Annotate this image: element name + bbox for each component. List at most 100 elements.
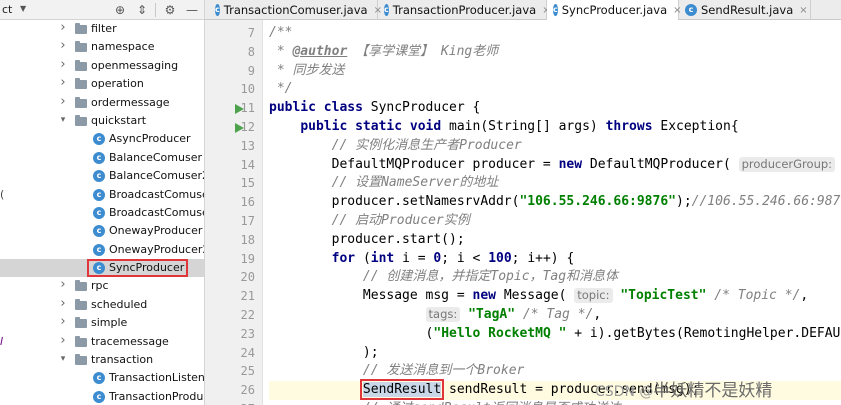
collapse-icon[interactable]: ⇕ [134,2,150,18]
tree-folder-item[interactable]: › scheduled [0,296,204,314]
chevron-right-icon[interactable]: › [58,75,68,90]
watermark-prefix: CSDN @ [595,384,654,400]
tree-item-label: ordermessage [91,95,170,109]
toolbar-divider [155,3,156,17]
code-line: // 创建消息，并指定Topic，Tag和消息体 [269,268,618,287]
code-token: /* Topic */ [714,288,801,304]
tree-class-item[interactable]: c SyncProducer [0,259,204,278]
project-tree: › filter › namespace › openmessaging › operatio… [0,20,204,405]
chevron-right-icon[interactable]: › [58,277,68,292]
java-class-icon: c [553,4,558,16]
tree-folder-item[interactable]: ▾ quickstart [0,112,204,130]
tab-label: SendResult.java [701,3,794,17]
code-token: for [331,250,363,266]
code-line: DefaultMQProducer producer = new Default… [269,156,836,175]
chevron-right-icon[interactable]: › [58,38,68,53]
tree-folder-item[interactable]: › operation [0,75,204,93]
code-token: "TagA" [468,307,516,322]
editor-tab[interactable]: c TransactionComuser.java × [209,0,382,20]
line-number: 25 [240,364,255,379]
code-token: new [472,288,504,304]
chevron-down-icon[interactable]: ▾ [58,115,68,125]
parameter-hint: producerGroup: [738,156,836,172]
package-folder-icon [75,59,87,71]
tree-class-item[interactable]: c TransactionListene [0,369,204,387]
tree-folder-item[interactable]: › openmessaging [0,57,204,75]
tree-class-item[interactable]: c BroadcastComuser ( [0,186,204,204]
line-number: 18 [240,232,255,247]
target-icon[interactable]: ⊕ [112,2,128,18]
tree-item-label: openmessaging [91,58,179,72]
tree-class-item[interactable]: c BalanceComuser2 [0,167,204,185]
code-token: ; i++) { [511,250,575,266]
chevron-down-icon[interactable]: ▾ [58,354,68,364]
editor-tab[interactable]: c SyncProducer.java × [547,0,682,20]
chevron-right-icon[interactable]: › [58,94,68,109]
selection-highlight-box [87,259,188,278]
selected-identifier[interactable]: SendResult [359,379,445,401]
tree-folder-item[interactable]: › namespace [0,38,204,56]
close-icon[interactable]: × [799,5,807,16]
package-folder-icon [75,354,87,366]
code-token: ( [362,250,371,266]
code-editor[interactable]: 789101112131415161718192021222324252627 … [205,20,841,405]
tree-folder-item[interactable]: ▾ transaction [0,351,204,369]
tree-folder-item[interactable]: › ordermessage [0,94,204,112]
tree-class-item[interactable]: c BroadcastComuser [0,204,204,222]
code-token: // 实例化消息生产者Producer [331,137,522,153]
gear-icon[interactable]: ⚙ [162,2,178,18]
code-token: @author [292,43,348,59]
editor-tab-bar: c TransactionComuser.java × c TransactionPro… [205,0,841,20]
java-class-icon: c [93,151,105,164]
code-token: , [593,307,602,322]
hide-icon[interactable]: — [184,2,200,18]
chevron-right-icon[interactable]: › [58,57,68,72]
line-number: 15 [240,176,255,191]
code-area[interactable]: /** * @author 【享学课堂】 King老师 * 同步发送 */ pub… [269,20,841,405]
code-token: "TopicTest" [620,288,707,304]
line-number: 8 [247,44,255,59]
tree-item-label: OnewayProducer [109,224,203,238]
code-token: producer.setNamesrvAddr( [269,194,520,210]
tree-folder-item[interactable]: › rpc [0,277,204,295]
editor-tab[interactable]: c SendResult.java × [679,0,811,20]
tree-class-item[interactable]: c OnewayProducer2 [0,241,204,259]
chevron-right-icon[interactable]: › [58,20,68,35]
tree-folder-item[interactable]: › simple [0,314,204,332]
chevron-right-icon[interactable]: › [58,333,68,348]
project-view-title[interactable]: ct [2,3,12,16]
package-folder-icon [75,317,87,329]
chevron-right-icon[interactable]: › [58,314,68,329]
run-icon[interactable] [235,123,244,133]
left-edge-glyph: ( [0,187,5,201]
view-dropdown-icon[interactable]: ▼ [20,4,26,13]
code-token: Message msg = [269,288,473,304]
code-line: // 发送消息到一个Broker [269,362,524,381]
code-token: DefaultMQProducer( [589,156,739,172]
tree-folder-item[interactable]: › filter [0,20,204,38]
tree-item-label: BalanceComuser [109,150,202,164]
tree-class-item[interactable]: c TransactionProduc [0,388,204,405]
editor-tab[interactable]: cTransactionProducer.java× [378,0,551,20]
tree-item-label: operation [91,77,144,91]
tree-class-item[interactable]: c OnewayProducer [0,222,204,240]
tree-class-item[interactable]: c BalanceComuser [0,149,204,167]
line-number: 12 [240,120,255,134]
java-class-icon: c [93,188,105,201]
code-token: //106.55.246.66:9876 [691,194,841,210]
project-tree-panel: ct ▼ ⊕ ⇕ ⚙ — › filter › namespace › openmessa… [0,0,205,405]
tree-class-item[interactable]: c AsyncProducer [0,130,204,148]
run-icon[interactable] [235,104,244,115]
line-number: 23 [240,326,255,341]
chevron-right-icon[interactable]: › [58,296,68,311]
code-token: int [370,250,403,266]
code-token: * 同步发送 [269,62,345,78]
code-line: producer.start(); [269,231,465,250]
tree-folder-item[interactable]: › tracemessage I [0,333,204,351]
package-folder-icon [75,298,87,310]
